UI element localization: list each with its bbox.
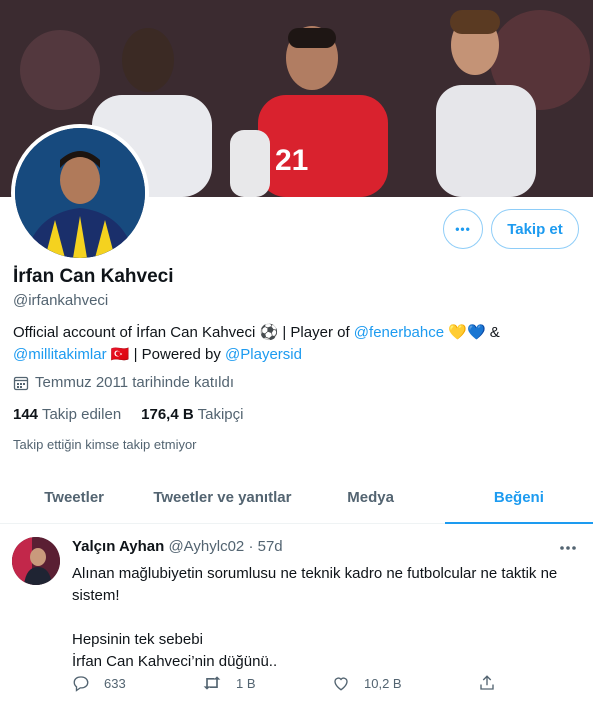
bio-text: 🇹🇷 | Powered by xyxy=(106,346,226,363)
profile-avatar[interactable] xyxy=(11,124,149,262)
share-button[interactable] xyxy=(478,674,496,692)
reply-icon xyxy=(73,676,89,692)
followed-by-text: Takip ettiğin kimse takip etmiyor xyxy=(13,437,197,452)
heart-icon xyxy=(334,677,348,691)
followers-count: 176,4 B xyxy=(141,406,194,423)
following-link[interactable]: 144 Takip edilen xyxy=(13,406,121,423)
profile-stats: 144 Takip edilen 176,4 B Takipçi xyxy=(13,406,243,423)
tweet-header: Yalçın Ayhan @Ayhylc02 · 57d xyxy=(72,538,283,555)
tweet-more-button[interactable] xyxy=(558,538,578,563)
svg-text:21: 21 xyxy=(275,144,308,177)
profile-tabs: Tweetler Tweetler ve yanıtlar Medya Beğe… xyxy=(0,472,593,524)
joined-text: Temmuz 2011 tarihinde katıldı xyxy=(35,374,234,391)
reply-button[interactable]: 633 xyxy=(72,674,126,692)
tab-tweets[interactable]: Tweetler xyxy=(0,472,148,523)
calendar-icon xyxy=(13,376,29,390)
following-label: Takip edilen xyxy=(41,406,122,423)
more-options-button[interactable]: ••• xyxy=(443,209,483,249)
tweet-author-handle[interactable]: @Ayhylc02 xyxy=(168,538,244,555)
tweet-text: Alınan mağlubiyetin sorumlusu ne teknik … xyxy=(72,565,558,670)
avatar-image xyxy=(15,128,145,258)
author-avatar-image xyxy=(12,537,60,585)
more-icon: ••• xyxy=(455,222,471,236)
bio-link-millitakimlar[interactable]: @millitakimlar xyxy=(13,346,107,363)
like-button[interactable]: 10,2 B xyxy=(332,674,402,692)
tweet-time[interactable]: · 57d xyxy=(248,538,282,555)
like-count: 10,2 B xyxy=(364,675,402,691)
tab-media[interactable]: Medya xyxy=(297,472,445,523)
joined-date: Temmuz 2011 tarihinde katıldı xyxy=(13,374,234,391)
more-horizontal-icon xyxy=(560,546,576,550)
retweet-count: 1 B xyxy=(236,675,256,691)
tab-tweets-and-replies[interactable]: Tweetler ve yanıtlar xyxy=(148,472,296,523)
following-count: 144 xyxy=(13,406,39,423)
followers-label: Takipçi xyxy=(197,406,244,423)
tweet-item[interactable]: Yalçın Ayhan @Ayhylc02 · 57d Alınan mağl… xyxy=(0,524,593,703)
follow-button[interactable]: Takip et xyxy=(491,209,579,249)
profile-name: İrfan Can Kahveci xyxy=(13,266,174,287)
bio-link-fenerbahce[interactable]: @fenerbahce xyxy=(354,324,444,341)
bio-text: 💛💙 & xyxy=(444,324,500,341)
profile-handle: @irfankahveci xyxy=(13,292,109,309)
profile-bio: Official account of İrfan Can Kahveci ⚽ … xyxy=(13,322,573,366)
share-icon xyxy=(480,675,494,690)
reply-count: 633 xyxy=(104,675,126,691)
retweet-button[interactable]: 1 B xyxy=(202,674,256,692)
tweet-author-avatar[interactable] xyxy=(12,537,60,585)
tab-likes[interactable]: Beğeni xyxy=(444,472,593,524)
bio-link-playersid[interactable]: @Playersid xyxy=(225,346,302,363)
retweet-icon xyxy=(203,676,221,690)
followers-link[interactable]: 176,4 B Takipçi xyxy=(141,406,243,423)
bio-text: Official account of İrfan Can Kahveci ⚽ … xyxy=(13,324,354,341)
tweet-author-name[interactable]: Yalçın Ayhan xyxy=(72,538,164,555)
